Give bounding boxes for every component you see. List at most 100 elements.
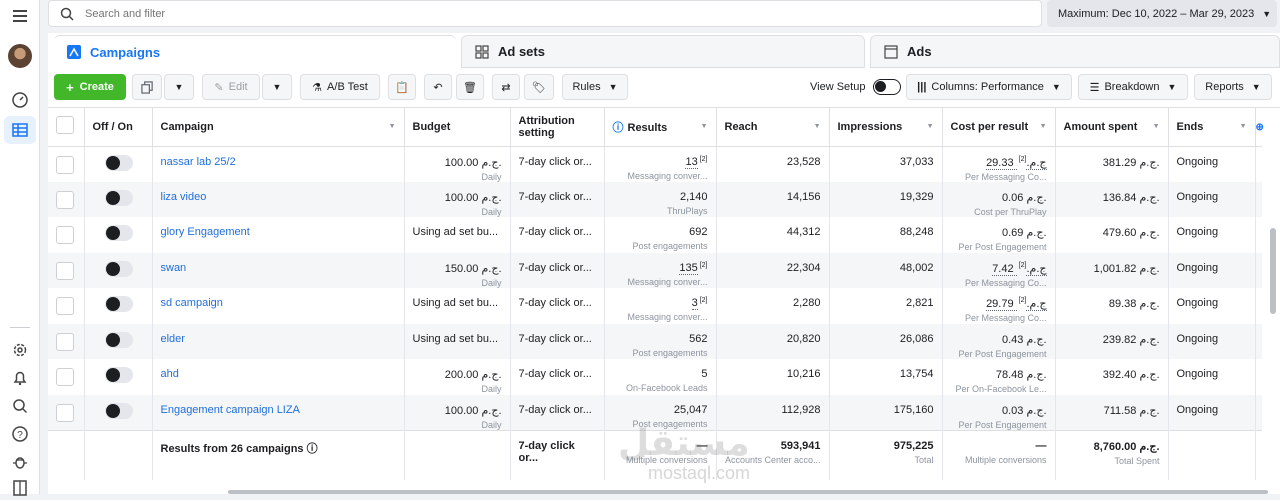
col-ends[interactable]: Ends ▼: [1168, 108, 1256, 147]
delete-button[interactable]: 🗑: [456, 74, 484, 100]
col-campaign[interactable]: Campaign ▼: [152, 108, 405, 147]
campaign-toggle[interactable]: [104, 260, 133, 277]
table-row[interactable]: sd campaign Using ad set bu... 7-day click…: [48, 288, 1262, 324]
view-setup-toggle[interactable]: [873, 79, 902, 95]
campaign-name-link[interactable]: elder: [161, 333, 185, 345]
campaign-name-link[interactable]: swan: [161, 262, 187, 274]
attribution-cell: 7-day click or...: [510, 323, 605, 359]
results-cell: 692 Post engagements: [604, 217, 717, 253]
totals-impressions-value: 975,225: [893, 439, 934, 452]
vertical-scrollbar[interactable]: [1270, 228, 1276, 314]
flask-icon: ⚗: [312, 81, 323, 94]
table-row[interactable]: swan 150.00 ج.م. Daily 7-day click or... 135…: [48, 252, 1262, 288]
col-results[interactable]: ⓘ Results ▼: [604, 108, 717, 147]
campaign-name-link[interactable]: sd campaign: [161, 297, 223, 309]
row-select-cell: [48, 217, 85, 253]
row-checkbox[interactable]: [56, 332, 74, 351]
budget-cell[interactable]: Using ad set bu...: [404, 323, 511, 359]
row-select-cell: [48, 359, 85, 395]
campaign-toggle[interactable]: [104, 331, 133, 348]
col-attribution[interactable]: Attribution setting: [510, 108, 605, 147]
row-toggle-cell: [84, 359, 153, 395]
totals-amount: 8,760.00 ج.م. Total Spent: [1055, 429, 1169, 480]
budget-cell[interactable]: 150.00 ج.م. Daily: [404, 252, 511, 288]
row-checkbox[interactable]: [56, 403, 74, 422]
campaign-toggle[interactable]: [104, 154, 133, 171]
avatar[interactable]: [8, 44, 32, 68]
duplicate-menu-button[interactable]: ▼: [164, 74, 194, 100]
col-impressions[interactable]: Impressions ▼: [829, 108, 943, 147]
budget-cell[interactable]: Using ad set bu...: [404, 217, 511, 253]
campaign-name-link[interactable]: Engagement campaign LIZA: [161, 404, 300, 416]
row-checkbox[interactable]: [56, 190, 74, 209]
create-button[interactable]: + Create: [54, 74, 126, 100]
campaign-toggle[interactable]: [104, 367, 133, 383]
bug-icon[interactable]: [8, 450, 32, 474]
tab-campaigns[interactable]: Campaigns: [54, 35, 456, 68]
col-budget[interactable]: Budget: [404, 108, 511, 147]
tab-ad-sets[interactable]: Ad sets: [461, 35, 865, 68]
table-row[interactable]: glory Engagement Using ad set bu... 7-day …: [48, 217, 1262, 253]
report-icon[interactable]: [8, 476, 32, 500]
duplicate-button[interactable]: [132, 74, 162, 100]
budget-cell[interactable]: 100.00 ج.م. Daily: [404, 146, 511, 182]
col-cost[interactable]: Cost per result ▼: [942, 108, 1056, 147]
search-bar[interactable]: [48, 0, 1042, 27]
search-icon[interactable]: [8, 394, 32, 418]
budget-cell[interactable]: 100.00 ج.م. Daily: [404, 394, 511, 430]
breakdown-button[interactable]: ☰ Breakdown ▼: [1078, 74, 1188, 100]
budget-value: 200.00 ج.م.: [444, 369, 502, 381]
undo-button[interactable]: ↶: [424, 74, 452, 100]
ab-test-button[interactable]: ⚗ A/B Test: [300, 74, 380, 100]
edit-button[interactable]: ✎ Edit: [202, 74, 260, 100]
campaign-toggle[interactable]: [104, 402, 133, 419]
table-row[interactable]: nassar lab 25/2 100.00 ج.م. Daily 7-day cli…: [48, 146, 1262, 182]
horizontal-scrollbar[interactable]: [228, 490, 1268, 494]
campaign-toggle[interactable]: [104, 225, 133, 241]
row-checkbox[interactable]: [56, 368, 74, 386]
edit-menu-button[interactable]: ▼: [262, 74, 292, 100]
reports-button[interactable]: Reports ▼: [1194, 74, 1272, 100]
chevron-down-icon: ▼: [608, 82, 618, 92]
clipboard-button[interactable]: 📋: [388, 74, 416, 100]
date-range-picker[interactable]: Maximum: Dec 10, 2022 – Mar 29, 2023 ▼: [1047, 0, 1277, 27]
row-checkbox[interactable]: [56, 226, 74, 244]
columns-button[interactable]: ||| Columns: Performance ▼: [906, 74, 1072, 100]
budget-cell[interactable]: Using ad set bu...: [404, 288, 511, 324]
budget-cell[interactable]: 100.00 ج.م. Daily: [404, 181, 511, 217]
help-icon[interactable]: ?: [8, 422, 32, 446]
col-onoff[interactable]: Off / On: [84, 108, 153, 147]
row-checkbox[interactable]: [56, 297, 74, 315]
select-all-checkbox[interactable]: [56, 116, 74, 135]
table-row[interactable]: ahd 200.00 ج.م. Daily 7-day click or... 5 On-…: [48, 359, 1262, 395]
campaigns-table-icon[interactable]: [4, 116, 36, 144]
cost-cell: 29.79 ج.م.[2] Per Messaging Co...: [942, 288, 1056, 324]
campaign-name-link[interactable]: glory Engagement: [161, 226, 250, 238]
campaign-toggle[interactable]: [104, 189, 133, 206]
campaign-toggle[interactable]: [104, 296, 133, 312]
cost-sub: Per On-Facebook Le...: [955, 384, 1047, 394]
gauge-icon[interactable]: [8, 88, 32, 112]
row-checkbox[interactable]: [56, 261, 74, 280]
tab-label: Campaigns: [90, 44, 161, 60]
campaign-name-link[interactable]: ahd: [161, 368, 179, 380]
col-reach[interactable]: Reach ▼: [716, 108, 830, 147]
tag-button[interactable]: 🏷: [524, 74, 554, 100]
search-input[interactable]: [85, 7, 885, 20]
tab-label: Ads: [907, 44, 932, 59]
hamburger-menu-icon[interactable]: [8, 4, 32, 28]
campaign-name-link[interactable]: nassar lab 25/2: [161, 156, 236, 168]
col-amount[interactable]: Amount spent ▼: [1055, 108, 1169, 147]
table-row[interactable]: liza video 100.00 ج.م. Daily 7-day click or…: [48, 181, 1262, 217]
bell-icon[interactable]: [8, 366, 32, 390]
campaign-name-link[interactable]: liza video: [161, 191, 207, 203]
row-checkbox[interactable]: [56, 155, 74, 174]
table-row[interactable]: elder Using ad set bu... 7-day click or...…: [48, 323, 1262, 359]
sort-icon: ▼: [388, 123, 396, 130]
tab-ads[interactable]: Ads: [870, 35, 1280, 68]
rules-button[interactable]: Rules ▼: [562, 74, 628, 100]
budget-cell[interactable]: 200.00 ج.م. Daily: [404, 359, 511, 395]
add-column-header[interactable]: ⊕: [1255, 108, 1264, 147]
gear-icon[interactable]: [8, 338, 32, 362]
preview-button[interactable]: ⇄: [492, 74, 520, 100]
